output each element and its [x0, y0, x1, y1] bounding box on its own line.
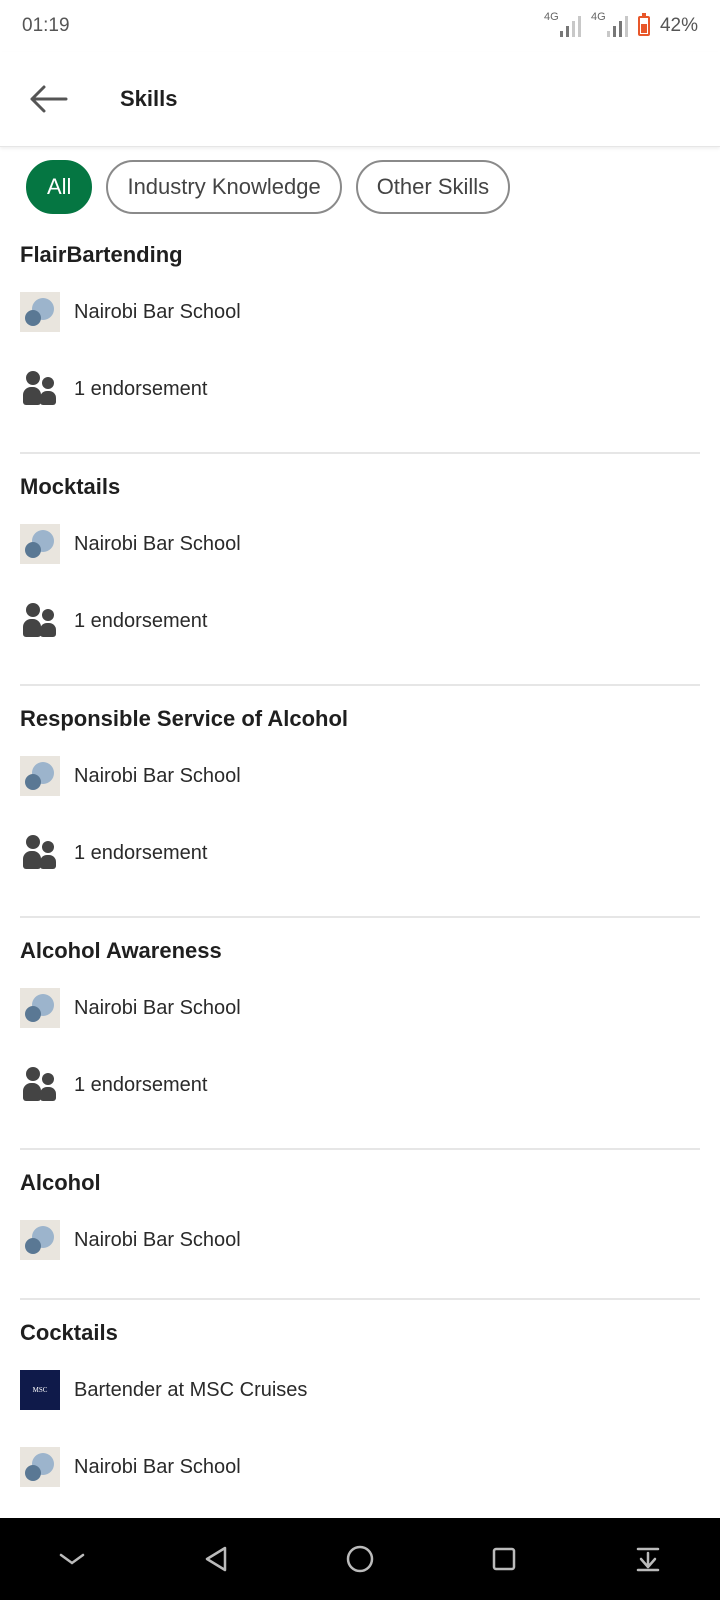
endorsement-row[interactable]: 1 endorsement	[20, 348, 700, 430]
skill-item[interactable]: Alcohol Nairobi Bar School	[20, 1158, 700, 1300]
people-icon	[20, 1065, 60, 1105]
skill-source-row: Nairobi Bar School	[20, 508, 700, 580]
network-type-1: 4G	[543, 11, 559, 23]
pull-down-icon	[636, 1547, 660, 1572]
chip-all[interactable]: All	[26, 160, 93, 214]
signal-icon: 4G	[544, 11, 581, 37]
skill-source-text: Nairobi Bar School	[74, 532, 241, 555]
msc-logo: MSC	[20, 1370, 60, 1410]
skill-title: Mocktails	[20, 474, 121, 499]
school-logo	[20, 524, 60, 564]
people-icon	[20, 601, 60, 641]
skill-item[interactable]: Mocktails Nairobi Bar School 1 endorseme…	[20, 462, 700, 686]
endorsement-text: 1 endorsement	[74, 377, 208, 400]
triangle-back-icon	[205, 1546, 227, 1572]
nav-back-button[interactable]	[186, 1529, 246, 1589]
skill-source-text: Nairobi Bar School	[74, 300, 241, 323]
system-nav-bar	[0, 1518, 720, 1600]
skill-source-row: Nairobi Bar School	[20, 276, 700, 348]
network-type-2: 4G	[590, 11, 606, 23]
skill-title: Alcohol Awareness	[20, 938, 222, 963]
endorsement-text: 1 endorsement	[74, 609, 208, 632]
skill-title: Alcohol	[20, 1170, 101, 1195]
nav-recents-button[interactable]	[474, 1529, 534, 1589]
msc-logo-text: MSC	[32, 1386, 48, 1394]
people-icon	[20, 369, 60, 409]
skill-source-text: Nairobi Bar School	[74, 1455, 241, 1478]
skill-source-text: Nairobi Bar School	[74, 1228, 241, 1251]
skill-source-text: Nairobi Bar School	[74, 764, 241, 787]
skills-list: FlairBartending Nairobi Bar School 1 end…	[20, 238, 700, 1546]
endorsement-row[interactable]: 1 endorsement	[20, 580, 700, 662]
battery-percent: 42%	[659, 15, 698, 36]
endorsement-text: 1 endorsement	[74, 841, 208, 864]
endorsement-row[interactable]: 1 endorsement	[20, 812, 700, 894]
status-bar: 01:19 4G 4G 42%	[0, 0, 720, 52]
nav-notifications-button[interactable]	[618, 1529, 678, 1589]
school-logo	[20, 1220, 60, 1260]
school-logo	[20, 292, 60, 332]
app-bar: Skills	[0, 52, 720, 147]
battery-icon	[637, 13, 650, 36]
skill-item[interactable]: FlairBartending Nairobi Bar School 1 end…	[20, 230, 700, 454]
skill-source-row: Nairobi Bar School	[20, 972, 700, 1044]
status-time: 01:19	[22, 15, 70, 36]
circle-home-icon	[346, 1545, 374, 1573]
skill-source-row: Nairobi Bar School	[20, 740, 700, 812]
skill-item[interactable]: Responsible Service of Alcohol Nairobi B…	[20, 694, 700, 918]
chip-other-skills[interactable]: Other Skills	[355, 160, 511, 214]
school-logo	[20, 988, 60, 1028]
people-icon	[20, 833, 60, 873]
chevron-down-icon	[59, 1553, 85, 1565]
nav-home-button[interactable]	[330, 1529, 390, 1589]
skill-title: Cocktails	[20, 1320, 118, 1345]
skill-source-text: Nairobi Bar School	[74, 996, 241, 1019]
school-logo	[20, 756, 60, 796]
skill-source-row: Nairobi Bar School	[20, 1204, 700, 1276]
nav-collapse-button[interactable]	[42, 1529, 102, 1589]
page-title: Skills	[120, 86, 178, 111]
skill-title: Responsible Service of Alcohol	[20, 706, 349, 731]
school-logo	[20, 1447, 60, 1487]
signal-icon-2: 4G	[591, 11, 628, 37]
skill-item[interactable]: Alcohol Awareness Nairobi Bar School 1 e…	[20, 926, 700, 1150]
status-icons: 4G 4G 42%	[544, 11, 698, 37]
skill-source-row: Nairobi Bar School	[20, 1426, 700, 1508]
skill-source-text: Bartender at MSC Cruises	[74, 1378, 308, 1401]
endorsement-text: 1 endorsement	[74, 1073, 208, 1096]
skill-item[interactable]: Cocktails MSC Bartender at MSC Cruises N…	[20, 1308, 700, 1530]
square-recents-icon	[492, 1547, 516, 1571]
filter-chips: All Industry Knowledge Other Skills	[26, 160, 511, 214]
endorsement-row[interactable]: 1 endorsement	[20, 1044, 700, 1126]
back-button[interactable]	[20, 71, 76, 127]
skill-title: FlairBartending	[20, 242, 183, 267]
skill-source-row: MSC Bartender at MSC Cruises	[20, 1354, 700, 1426]
arrow-left-icon	[30, 85, 68, 113]
chip-industry-knowledge[interactable]: Industry Knowledge	[106, 160, 342, 214]
